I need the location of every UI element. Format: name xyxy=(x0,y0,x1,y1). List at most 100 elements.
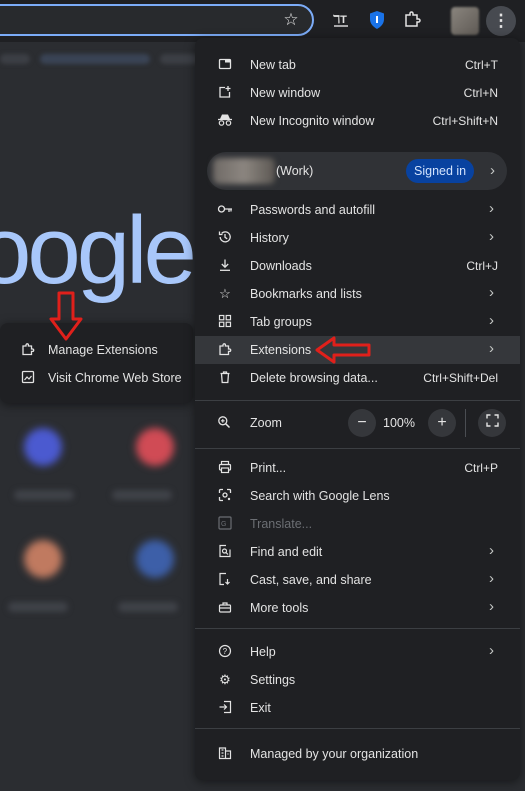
help-icon: ? xyxy=(217,644,233,660)
delete-data-label: Delete browsing data... xyxy=(250,371,378,385)
translate-label: Translate... xyxy=(250,517,313,531)
new-incognito-shortcut: Ctrl+Shift+N xyxy=(432,114,498,128)
gear-icon: ⚙ xyxy=(219,672,231,687)
menu-item-find-edit[interactable]: Find and edit › xyxy=(195,538,520,566)
bitwarden-shield-icon[interactable] xyxy=(366,10,388,32)
puzzle-icon xyxy=(20,342,36,358)
key-icon xyxy=(217,202,233,218)
building-icon xyxy=(217,746,233,762)
menu-item-print[interactable]: Print... Ctrl+P xyxy=(195,454,520,482)
translate-icon[interactable]: ℸT xyxy=(330,10,352,32)
settings-label: Settings xyxy=(250,673,296,687)
shortcut-tile[interactable] xyxy=(24,428,62,466)
menu-item-history[interactable]: History › xyxy=(195,224,520,252)
tab-groups-icon xyxy=(217,314,233,330)
bookmarks-label: Bookmarks and lists xyxy=(250,287,362,301)
zoom-out-button[interactable]: − xyxy=(348,409,376,437)
menu-item-google-lens[interactable]: Search with Google Lens xyxy=(195,482,520,510)
profile-row[interactable]: (Work) Signed in › xyxy=(207,152,507,190)
menu-item-managed[interactable]: Managed by your organization xyxy=(195,740,520,768)
chevron-right-icon: › xyxy=(489,570,494,587)
history-label: History xyxy=(250,231,289,245)
extensions-puzzle-icon[interactable] xyxy=(401,10,423,32)
menu-item-new-incognito[interactable]: New Incognito window Ctrl+Shift+N xyxy=(195,107,520,135)
menu-item-new-tab[interactable]: New tab Ctrl+T xyxy=(195,51,520,79)
fullscreen-button[interactable] xyxy=(478,409,506,437)
svg-text:G: G xyxy=(221,521,226,528)
new-window-icon xyxy=(217,85,233,101)
google-lens-label: Search with Google Lens xyxy=(250,489,390,503)
extensions-label: Extensions xyxy=(250,343,312,357)
bookmarks-bar xyxy=(0,46,200,72)
star-icon[interactable]: ☆ xyxy=(281,10,301,30)
shortcut-tile[interactable] xyxy=(136,428,174,466)
trash-icon xyxy=(217,370,233,386)
shortcut-label xyxy=(118,602,178,612)
zoom-row: Zoom − 100% + xyxy=(195,407,520,439)
more-tools-label: More tools xyxy=(250,601,309,615)
menu-item-translate: G Translate... xyxy=(195,510,520,538)
menu-item-downloads[interactable]: Downloads Ctrl+J xyxy=(195,252,520,280)
more-menu-icon[interactable]: ⋮ xyxy=(486,6,516,36)
help-label: Help xyxy=(250,645,276,659)
cast-save-label: Cast, save, and share xyxy=(250,573,372,587)
menu-item-tab-groups[interactable]: Tab groups › xyxy=(195,308,520,336)
menu-item-exit[interactable]: Exit xyxy=(195,694,520,722)
chevron-right-icon: › xyxy=(489,228,494,245)
extensions-submenu: Manage Extensions Visit Chrome Web Store xyxy=(0,323,193,403)
download-icon xyxy=(217,258,233,274)
shortcut-label xyxy=(8,602,68,612)
star-outline-icon: ☆ xyxy=(219,286,231,301)
shortcut-tile[interactable] xyxy=(136,540,174,578)
print-label: Print... xyxy=(250,461,287,475)
tab-groups-label: Tab groups xyxy=(250,315,312,329)
downloads-label: Downloads xyxy=(250,259,312,273)
address-bar[interactable] xyxy=(0,4,314,36)
print-icon xyxy=(217,460,233,476)
menu-item-new-window[interactable]: New window Ctrl+N xyxy=(195,79,520,107)
menu-item-cast-save-share[interactable]: Cast, save, and share › xyxy=(195,566,520,594)
menu-item-delete-browsing-data[interactable]: Delete browsing data... Ctrl+Shift+Del xyxy=(195,364,520,392)
web-store-icon xyxy=(20,370,36,386)
divider xyxy=(465,409,466,437)
profile-avatar[interactable] xyxy=(451,7,479,35)
visit-web-store-item[interactable]: Visit Chrome Web Store xyxy=(0,364,193,392)
zoom-value: 100% xyxy=(383,416,415,430)
google-logo: oogle xyxy=(0,197,197,304)
chrome-main-menu: New tab Ctrl+T New window Ctrl+N New Inc… xyxy=(195,38,520,780)
new-tab-shortcut: Ctrl+T xyxy=(465,58,498,72)
menu-item-settings[interactable]: ⚙ Settings xyxy=(195,666,520,694)
divider xyxy=(195,400,520,401)
exit-label: Exit xyxy=(250,701,271,715)
find-icon xyxy=(217,544,233,560)
passwords-label: Passwords and autofill xyxy=(250,203,376,217)
chevron-right-icon: › xyxy=(489,200,494,217)
managed-label: Managed by your organization xyxy=(250,747,419,761)
manage-extensions-label: Manage Extensions xyxy=(48,343,158,357)
new-window-shortcut: Ctrl+N xyxy=(463,86,498,100)
menu-item-bookmarks[interactable]: ☆ Bookmarks and lists › xyxy=(195,280,520,308)
svg-text:?: ? xyxy=(223,647,228,656)
menu-item-help[interactable]: ? Help › xyxy=(195,638,520,666)
delete-data-shortcut: Ctrl+Shift+Del xyxy=(423,371,498,385)
profile-avatar xyxy=(213,158,275,184)
find-edit-label: Find and edit xyxy=(250,545,323,559)
zoom-in-button[interactable]: + xyxy=(428,409,456,437)
browser-toolbar: ☆ ℸT ⋮ xyxy=(0,0,525,42)
menu-item-more-tools[interactable]: More tools › xyxy=(195,594,520,622)
chevron-right-icon: › xyxy=(489,284,494,301)
chevron-right-icon: › xyxy=(490,162,495,179)
new-tab-icon xyxy=(217,57,233,73)
shortcut-tile[interactable] xyxy=(24,540,62,578)
divider xyxy=(195,628,520,629)
history-icon xyxy=(217,230,233,246)
manage-extensions-item[interactable]: Manage Extensions xyxy=(0,336,193,364)
shortcut-label xyxy=(14,490,74,500)
profile-name: (Work) xyxy=(276,164,314,178)
shortcut-label xyxy=(112,490,172,500)
menu-item-passwords[interactable]: Passwords and autofill › xyxy=(195,196,520,224)
google-lens-icon xyxy=(217,488,233,504)
chevron-right-icon: › xyxy=(489,312,494,329)
translate-icon: G xyxy=(217,516,233,532)
divider xyxy=(195,448,520,449)
